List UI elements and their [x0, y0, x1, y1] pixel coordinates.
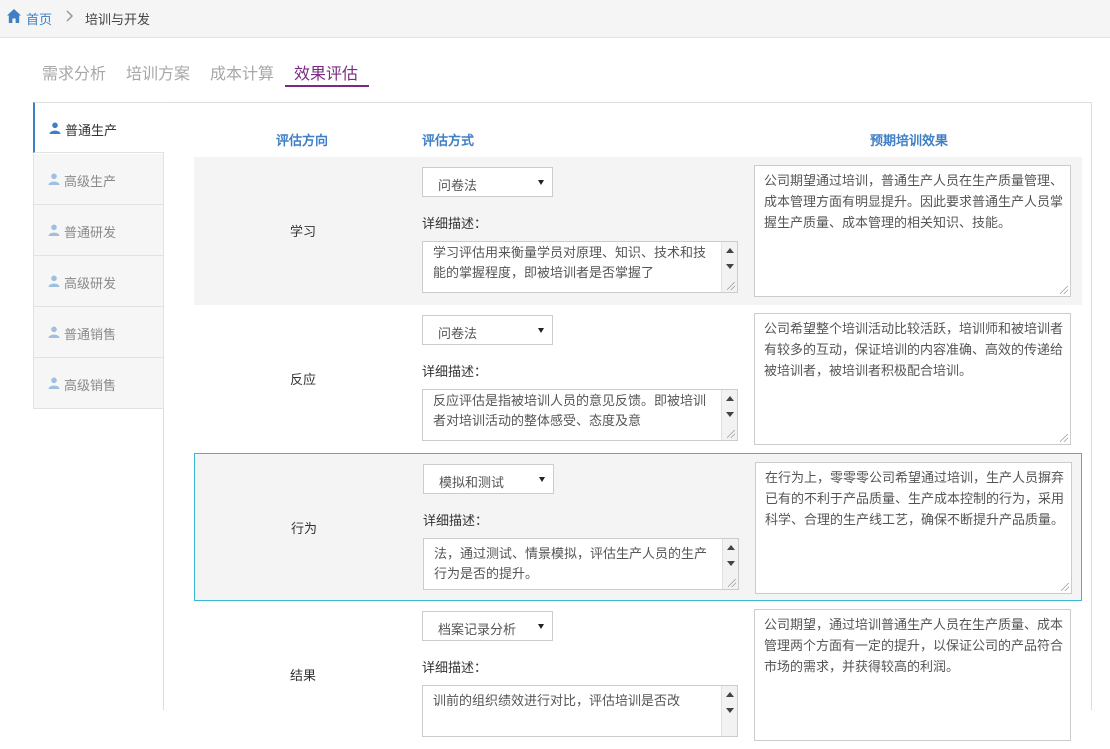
resize-grip-icon[interactable] — [1060, 434, 1068, 442]
sidebar-item-label: 高级生产 — [64, 175, 117, 190]
user-icon — [49, 122, 61, 134]
expected-effect-text: 公司期望，通过培训普通生产人员在生产质量、成本管理两个方面有一定的提升，以保证公… — [764, 618, 1064, 675]
user-icon — [48, 377, 60, 389]
scroll-up-icon[interactable] — [726, 692, 734, 697]
column-header-effect: 预期培训效果 — [870, 134, 949, 149]
evaluation-direction: 反应 — [290, 373, 317, 388]
tab-needs-analysis[interactable]: 需求分析 — [42, 60, 106, 88]
sidebar-item-senior-production[interactable]: 高级生产 — [33, 154, 164, 205]
detail-description-textarea[interactable]: 反应评估是指被培训人员的意见反馈。即被培训者对培训活动的整体感受、态度及意 — [422, 389, 738, 441]
detail-description-textarea[interactable]: 法，通过测试、情景模拟，评估生产人员的生产行为是否的提升。 — [423, 538, 739, 590]
evaluation-row-learning: 学习 问卷法 详细描述： 学习评估用来衡量学员对原理、知识、技术和技能的掌握程度… — [194, 157, 1082, 305]
sidebar-item-label: 高级销售 — [64, 379, 117, 394]
user-icon — [48, 275, 60, 287]
scroll-up-icon[interactable] — [726, 396, 734, 401]
breadcrumb-current: 培训与开发 — [85, 13, 151, 28]
scroll-up-icon[interactable] — [726, 248, 734, 253]
sidebar-item-senior-rnd[interactable]: 高级研发 — [33, 256, 164, 307]
sidebar-item-label: 普通生产 — [65, 124, 118, 139]
detail-description-text: 法，通过测试、情景模拟，评估生产人员的生产行为是否的提升。 — [434, 547, 708, 582]
detail-description-label: 详细描述： — [422, 365, 488, 380]
breadcrumb-home-link[interactable]: 首页 — [26, 9, 52, 28]
detail-description-label: 详细描述： — [423, 514, 489, 529]
sidebar-item-regular-production[interactable]: 普通生产 — [33, 102, 164, 153]
caret-down-icon — [538, 180, 544, 185]
resize-grip-icon[interactable] — [728, 579, 736, 587]
detail-description-text: 训前的组织绩效进行对比，评估培训是否改 — [433, 694, 681, 709]
expected-effect-textarea[interactable]: 公司期望通过培训，普通生产人员在生产质量管理、成本管理方面有明显提升。因此要求普… — [754, 165, 1071, 297]
resize-grip-icon[interactable] — [1061, 583, 1069, 591]
select-value: 问卷法 — [438, 179, 478, 194]
sidebar-item-regular-sales[interactable]: 普通销售 — [33, 307, 164, 358]
expected-effect-text: 公司期望通过培训，普通生产人员在生产质量管理、成本管理方面有明显提升。因此要求普… — [764, 174, 1064, 231]
evaluation-row-reaction: 反应 问卷法 详细描述： 反应评估是指被培训人员的意见反馈。即被培训者对培训活动… — [194, 305, 1082, 453]
active-tab-underline — [285, 85, 369, 87]
column-header-method: 评估方式 — [422, 134, 475, 149]
evaluation-direction: 行为 — [291, 522, 318, 537]
home-icon[interactable] — [6, 8, 22, 24]
tab-effect-evaluation[interactable]: 效果评估 — [294, 60, 358, 88]
scroll-down-icon[interactable] — [726, 708, 734, 713]
expected-effect-textarea[interactable]: 公司希望整个培训活动比较活跃，培训师和被培训者有较多的互动，保证培训的内容准确、… — [754, 313, 1071, 445]
detail-description-text: 学习评估用来衡量学员对原理、知识、技术和技能的掌握程度，即被培训者是否掌握了 — [433, 246, 707, 281]
evaluation-method-select[interactable]: 问卷法 — [422, 167, 553, 197]
detail-description-label: 详细描述： — [422, 661, 488, 676]
sidebar: 普通生产 高级生产 普通研发 高级研发 普通销售 高级销售 — [33, 102, 164, 710]
scrollbar[interactable] — [721, 686, 737, 736]
resize-grip-icon[interactable] — [727, 430, 735, 438]
evaluation-direction: 结果 — [290, 669, 317, 684]
scroll-down-icon[interactable] — [726, 264, 734, 269]
evaluation-panel: 评估方向 评估方式 预期培训效果 学习 问卷法 详细描述： 学习评估用来衡量学员… — [164, 102, 1092, 741]
evaluation-method-select[interactable]: 问卷法 — [422, 315, 553, 345]
evaluation-row-result: 结果 档案记录分析 详细描述： 训前的组织绩效进行对比，评估培训是否改 公司期望… — [194, 601, 1082, 749]
sidebar-item-label: 高级研发 — [64, 277, 117, 292]
sidebar-item-label: 普通研发 — [64, 226, 117, 241]
evaluation-method-select[interactable]: 模拟和测试 — [423, 464, 554, 494]
caret-down-icon — [538, 624, 544, 629]
expected-effect-textarea[interactable]: 在行为上，零零零公司希望通过培训，生产人员摒弃已有的不利于产品质量、生产成本控制… — [755, 462, 1072, 594]
select-value: 模拟和测试 — [439, 476, 505, 491]
detail-description-label: 详细描述： — [422, 217, 488, 232]
resize-grip-icon[interactable] — [727, 282, 735, 290]
caret-down-icon — [539, 477, 545, 482]
user-icon — [48, 326, 60, 338]
sidebar-item-senior-sales[interactable]: 高级销售 — [33, 358, 164, 409]
user-icon — [48, 224, 60, 236]
select-value: 问卷法 — [438, 327, 478, 342]
evaluation-direction: 学习 — [290, 225, 317, 240]
user-icon — [48, 173, 60, 185]
scroll-up-icon[interactable] — [727, 545, 735, 550]
expected-effect-text: 公司希望整个培训活动比较活跃，培训师和被培训者有较多的互动，保证培训的内容准确、… — [764, 322, 1064, 379]
tab-cost-calculation[interactable]: 成本计算 — [210, 60, 274, 88]
breadcrumb-bar: 首页 培训与开发 — [0, 0, 1110, 38]
select-value: 档案记录分析 — [438, 623, 517, 638]
detail-description-text: 反应评估是指被培训人员的意见反馈。即被培训者对培训活动的整体感受、态度及意 — [433, 394, 707, 429]
expected-effect-textarea[interactable]: 公司期望，通过培训普通生产人员在生产质量、成本管理两个方面有一定的提升，以保证公… — [754, 609, 1071, 741]
caret-down-icon — [538, 328, 544, 333]
evaluation-row-behavior: 行为 模拟和测试 详细描述： 法，通过测试、情景模拟，评估生产人员的生产行为是否… — [194, 453, 1082, 601]
sidebar-item-regular-rnd[interactable]: 普通研发 — [33, 205, 164, 256]
chevron-right-icon — [66, 10, 74, 22]
tab-training-plan[interactable]: 培训方案 — [126, 60, 190, 88]
evaluation-method-select[interactable]: 档案记录分析 — [422, 611, 553, 641]
sidebar-item-label: 普通销售 — [64, 328, 117, 343]
scroll-down-icon[interactable] — [726, 412, 734, 417]
resize-grip-icon[interactable] — [1060, 286, 1068, 294]
column-header-direction: 评估方向 — [276, 134, 329, 149]
expected-effect-text: 在行为上，零零零公司希望通过培训，生产人员摒弃已有的不利于产品质量、生产成本控制… — [765, 471, 1065, 528]
detail-description-textarea[interactable]: 学习评估用来衡量学员对原理、知识、技术和技能的掌握程度，即被培训者是否掌握了 — [422, 241, 738, 293]
scroll-down-icon[interactable] — [727, 561, 735, 566]
detail-description-textarea[interactable]: 训前的组织绩效进行对比，评估培训是否改 — [422, 685, 738, 737]
